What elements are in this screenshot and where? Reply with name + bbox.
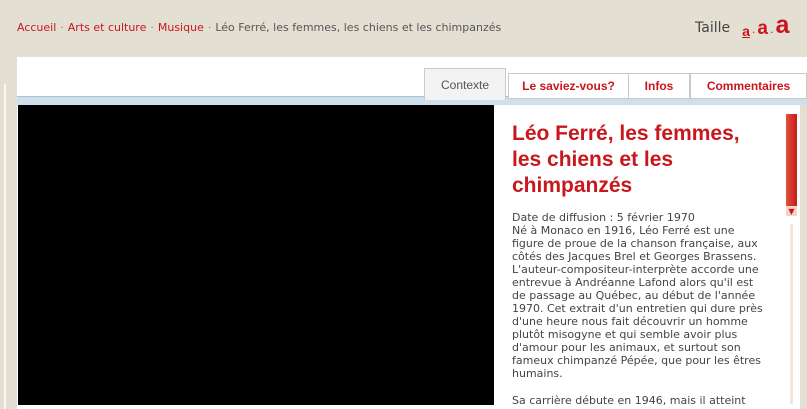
breadcrumb-accueil[interactable]: Accueil bbox=[17, 21, 56, 34]
text-size-dot: . bbox=[769, 23, 774, 36]
scrollbar-track[interactable] bbox=[790, 224, 793, 404]
text-size-medium-button[interactable]: a bbox=[757, 19, 768, 38]
right-edge bbox=[800, 105, 807, 409]
tab-infos[interactable]: Infos bbox=[628, 73, 690, 99]
breadcrumb-musique[interactable]: Musique bbox=[158, 21, 204, 34]
text-size-large-button[interactable]: a bbox=[775, 13, 789, 38]
text-size-dot: . bbox=[751, 23, 756, 36]
top-bar: Accueil · Arts et culture · Musique · Léo Ferr… bbox=[0, 0, 807, 46]
left-rule bbox=[4, 84, 6, 409]
article-paragraph: Sa carrière débute en 1946, mais il atte… bbox=[512, 394, 746, 407]
article-scrollbar[interactable]: ▼ bbox=[786, 114, 797, 404]
breadcrumb-current: Léo Ferré, les femmes, les chiens et les… bbox=[215, 21, 502, 34]
article-panel: Léo Ferré, les femmes, les chiens et les… bbox=[497, 105, 807, 409]
tab-le-saviez-vous[interactable]: Le saviez-vous? bbox=[508, 73, 629, 99]
tab-commentaires[interactable]: Commentaires bbox=[690, 73, 807, 99]
breadcrumb-separator: · bbox=[150, 21, 154, 34]
text-size-small-button[interactable]: a bbox=[742, 24, 750, 38]
article-body: Date de diffusion : 5 février 1970 Né à … bbox=[512, 211, 768, 407]
text-size-control: Taille a . a . a bbox=[695, 12, 789, 39]
text-size-label: Taille bbox=[695, 20, 731, 36]
tab-contexte[interactable]: Contexte bbox=[424, 68, 506, 100]
article-paragraph: Né à Monaco en 1916, Léo Ferré est une f… bbox=[512, 224, 763, 380]
triangle-down-icon[interactable]: ▼ bbox=[786, 206, 797, 216]
article-title: Léo Ferré, les femmes, les chiens et les… bbox=[512, 122, 740, 197]
scrollbar-thumb[interactable] bbox=[786, 114, 797, 206]
video-player[interactable] bbox=[18, 105, 494, 405]
breadcrumb-separator: · bbox=[207, 21, 212, 34]
breadcrumb-arts-et-culture[interactable]: Arts et culture bbox=[68, 21, 147, 34]
breadcrumb: Accueil · Arts et culture · Musique · Léo Ferr… bbox=[17, 21, 501, 34]
article-date: Date de diffusion : 5 février 1970 bbox=[512, 211, 695, 224]
breadcrumb-separator: · bbox=[60, 21, 64, 34]
